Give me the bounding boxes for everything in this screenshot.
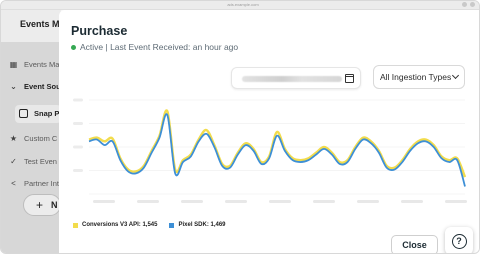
events-line-chart bbox=[73, 98, 467, 203]
minimize-icon[interactable] bbox=[462, 2, 467, 7]
x-tick-label bbox=[181, 200, 203, 203]
sidebar-item-label: Events Ma bbox=[24, 60, 60, 69]
legend-swatch-pixel bbox=[169, 222, 175, 228]
y-tick-label bbox=[73, 169, 83, 172]
y-tick-label bbox=[73, 98, 83, 102]
plus-icon: + bbox=[36, 198, 44, 212]
url-text[interactable]: ads.example.com bbox=[219, 2, 267, 8]
event-status: Active | Last Event Received: an hour ag… bbox=[71, 42, 238, 52]
y-tick-label bbox=[73, 145, 83, 149]
sidebar-item-partner-integrations[interactable]: < Partner Int bbox=[9, 179, 59, 188]
y-tick-label bbox=[73, 122, 83, 125]
maximize-icon[interactable] bbox=[470, 2, 475, 7]
x-tick-label bbox=[357, 200, 379, 203]
sidebar-title: Events Ma bbox=[20, 19, 65, 29]
question-icon: ? bbox=[451, 233, 467, 249]
legend-label-pixel: Pixel SDK: 1,469 bbox=[178, 222, 226, 228]
pixel-icon bbox=[19, 109, 28, 118]
legend-item-pixel: Pixel SDK: 1,469 bbox=[169, 222, 226, 228]
sidebar-item-snap-pixel[interactable]: Snap P bbox=[19, 109, 59, 118]
purchase-modal: Purchase Active | Last Event Received: a… bbox=[59, 10, 479, 253]
sidebar-item-label: Partner Int bbox=[24, 179, 60, 188]
sidebar-item-test-events[interactable]: ✓ Test Even bbox=[9, 157, 57, 166]
x-tick-label bbox=[401, 200, 423, 203]
x-tick-label bbox=[93, 200, 115, 203]
legend-label-conversions: Conversions V3 API: 1,545 bbox=[82, 222, 158, 228]
series-line-conversions bbox=[88, 109, 467, 178]
modal-title: Purchase bbox=[71, 24, 128, 38]
ingestion-type-value: All Ingestion Types bbox=[380, 72, 452, 82]
browser-titlebar: ads.example.com bbox=[1, 1, 479, 10]
new-source-label: N bbox=[51, 200, 58, 210]
browser-window: ads.example.com Events Ma ▦ Events Ma ⌄ … bbox=[0, 0, 480, 254]
calendar-icon[interactable] bbox=[345, 74, 354, 83]
sidebar-item-label: Event Sour bbox=[24, 82, 64, 91]
x-tick-label bbox=[445, 200, 467, 203]
sidebar-item-custom-conversions[interactable]: ★ Custom C bbox=[9, 134, 57, 143]
date-range-input[interactable] bbox=[231, 67, 361, 89]
chevron-down-icon bbox=[451, 71, 460, 80]
chart-legend: Conversions V3 API: 1,545 Pixel SDK: 1,4… bbox=[73, 222, 226, 228]
sidebar-item-event-sources[interactable]: ⌄ Event Sour bbox=[9, 82, 64, 91]
chevron-down-icon: ⌄ bbox=[10, 82, 17, 91]
x-tick-label bbox=[225, 200, 247, 203]
new-source-button[interactable]: + N bbox=[23, 194, 61, 216]
sidebar-item-events-manager[interactable]: ▦ Events Ma bbox=[9, 60, 60, 69]
legend-item-conversions: Conversions V3 API: 1,545 bbox=[73, 222, 157, 228]
sidebar-item-label: Test Even bbox=[24, 157, 57, 166]
ingestion-type-select[interactable]: All Ingestion Types bbox=[373, 65, 465, 89]
date-range-value bbox=[242, 76, 342, 82]
grid-icon: ▦ bbox=[9, 60, 18, 69]
window-controls bbox=[462, 2, 475, 8]
legend-swatch-conversions bbox=[73, 222, 78, 228]
x-tick-label bbox=[137, 200, 159, 203]
status-text: Active | Last Event Received: an hour ag… bbox=[80, 42, 239, 52]
x-tick-label bbox=[313, 200, 335, 203]
sidebar-header: Events Ma bbox=[1, 10, 65, 42]
star-icon: ★ bbox=[9, 134, 18, 143]
sidebar-item-label: Custom C bbox=[24, 134, 58, 143]
status-dot-icon bbox=[71, 44, 76, 50]
sidebar-item-label: Snap P bbox=[34, 109, 60, 118]
share-icon: < bbox=[11, 179, 16, 188]
x-tick-label bbox=[269, 200, 291, 203]
close-button[interactable]: Close bbox=[391, 235, 438, 253]
check-circle-icon: ✓ bbox=[10, 157, 17, 166]
help-button[interactable]: ? bbox=[445, 227, 473, 253]
sidebar: Events Ma ▦ Events Ma ⌄ Event Sour Snap … bbox=[1, 10, 65, 253]
